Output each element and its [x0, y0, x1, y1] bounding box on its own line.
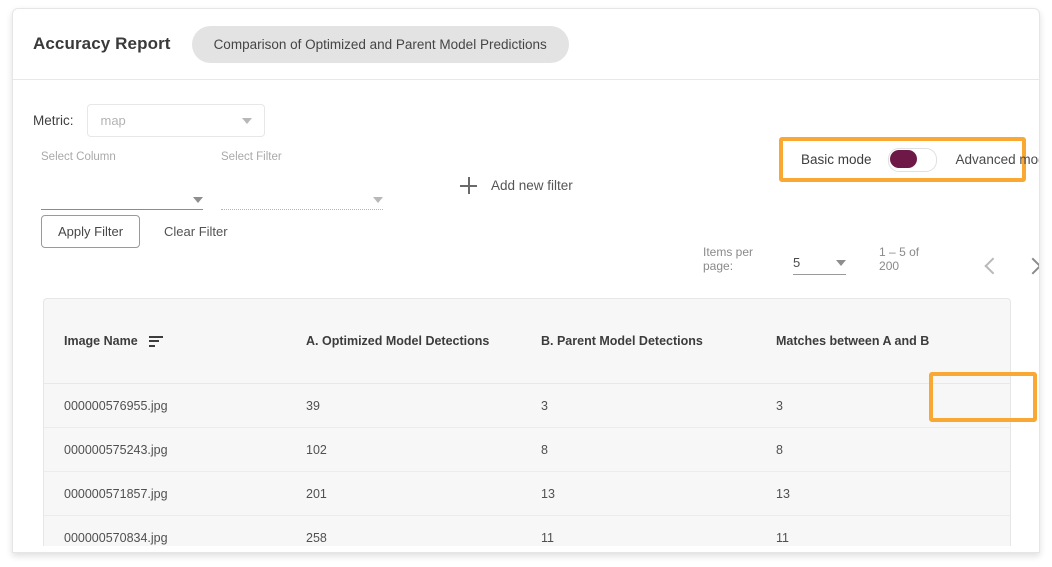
- metric-label: Metric:: [33, 113, 74, 128]
- cell-image-name: 000000570834.jpg: [44, 515, 286, 546]
- filter-row: Select Column Select Filter Add new filt…: [13, 151, 1039, 213]
- column-header-optimized[interactable]: A. Optimized Model Detections: [286, 299, 521, 384]
- accuracy-report-page: Accuracy Report Comparison of Optimized …: [12, 8, 1040, 553]
- table-header-row: Image Name A. Optimized Model Detections…: [44, 299, 1010, 384]
- cell-matches: 8: [756, 427, 998, 472]
- metric-row: Metric: map: [13, 80, 1039, 137]
- select-filter-input[interactable]: [221, 189, 383, 210]
- paginator: Items per page: 5 1 – 5 of 200: [703, 245, 1039, 275]
- column-header-parent[interactable]: B. Parent Model Detections: [521, 299, 756, 384]
- cell-actions: Visualize: [998, 427, 1010, 472]
- cell-actions: Visualize: [998, 383, 1010, 428]
- table-row[interactable]: 000000576955.jpg 39 3 3 Visualize: [44, 383, 1010, 428]
- table-row[interactable]: 000000575243.jpg 102 8 8 Visualize: [44, 427, 1010, 472]
- select-column-input[interactable]: [41, 189, 203, 210]
- metric-selected-value: map: [100, 113, 126, 128]
- column-header-image-name[interactable]: Image Name: [44, 299, 286, 384]
- add-new-filter-label: Add new filter: [491, 178, 573, 193]
- items-per-page-select[interactable]: 5: [792, 255, 847, 275]
- cell-parent: 8: [521, 427, 756, 472]
- add-new-filter-button[interactable]: Add new filter: [460, 177, 573, 194]
- cell-matches: 3: [756, 383, 998, 428]
- select-filter-label: Select Filter: [221, 151, 282, 163]
- cell-parent: 3: [521, 383, 756, 428]
- plus-icon: [460, 177, 477, 194]
- column-header-label: Image Name: [64, 334, 138, 348]
- cell-actions: Visualize: [998, 471, 1010, 516]
- filter-actions: Apply Filter Clear Filter: [13, 215, 1039, 248]
- cell-optimized: 201: [286, 471, 521, 516]
- cell-optimized: 102: [286, 427, 521, 472]
- chevron-down-icon: [373, 197, 383, 203]
- cell-image-name: 000000576955.jpg: [44, 383, 286, 428]
- chevron-right-icon[interactable]: [1024, 257, 1039, 275]
- page-title: Accuracy Report: [33, 34, 171, 53]
- chevron-down-icon: [241, 117, 252, 124]
- metric-select[interactable]: map: [86, 104, 265, 137]
- report-subtitle-chip: Comparison of Optimized and Parent Model…: [191, 25, 569, 63]
- select-filter-field[interactable]: Select Filter: [221, 151, 383, 210]
- cell-parent: 11: [521, 515, 756, 546]
- cell-parent: 13: [521, 471, 756, 516]
- cell-optimized: 39: [286, 383, 521, 428]
- page-header: Accuracy Report Comparison of Optimized …: [13, 9, 1039, 80]
- items-per-page-value: 5: [792, 255, 801, 270]
- column-header-matches[interactable]: Matches between A and B: [756, 299, 998, 384]
- apply-filter-button[interactable]: Apply Filter: [41, 215, 141, 248]
- cell-image-name: 000000571857.jpg: [44, 471, 286, 516]
- cell-optimized: 258: [286, 515, 521, 546]
- cell-matches: 13: [756, 471, 998, 516]
- sort-descending-icon[interactable]: [148, 335, 163, 347]
- cell-matches: 11: [756, 515, 998, 546]
- page-range-text: 1 – 5 of 200: [879, 245, 920, 273]
- chevron-down-icon: [193, 197, 203, 203]
- items-per-page-label: Items per page:: [703, 245, 754, 273]
- chevron-down-icon: [836, 259, 847, 266]
- cell-image-name: 000000575243.jpg: [44, 427, 286, 472]
- select-column-field[interactable]: Select Column: [41, 151, 203, 210]
- clear-filter-button[interactable]: Clear Filter: [158, 223, 234, 240]
- select-column-label: Select Column: [41, 151, 116, 163]
- table-row[interactable]: 000000570834.jpg 258 11 11 Visualize: [44, 515, 1010, 546]
- column-header-actions: Actions: [998, 299, 1010, 384]
- chevron-left-icon[interactable]: [984, 257, 1002, 275]
- results-table: Image Name A. Optimized Model Detections…: [43, 298, 1011, 546]
- cell-actions: Visualize: [998, 515, 1010, 546]
- table-row[interactable]: 000000571857.jpg 201 13 13 Visualize: [44, 471, 1010, 516]
